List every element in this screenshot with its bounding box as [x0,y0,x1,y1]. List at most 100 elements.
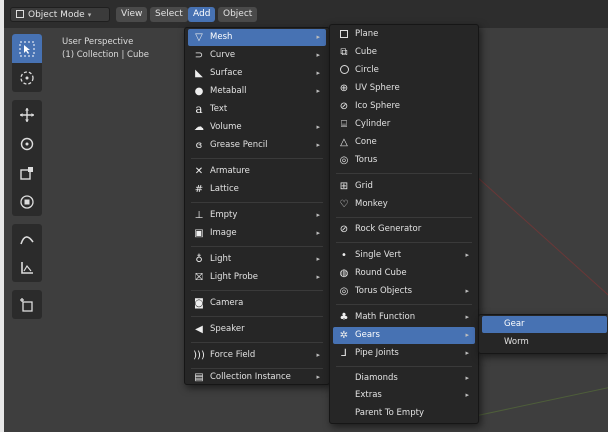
menu-separator [191,316,323,317]
mesh-submenu: Plane ⧉ Cube Circle ⊕ UV Sphere ⊘ Ico Spher… [329,24,479,424]
menu-item-diamonds[interactable]: Diamonds ▸ [333,370,475,387]
menu-item-armature[interactable]: ✕ Armature [188,163,326,180]
menu-item-empty[interactable]: ⊥ Empty ▸ [188,207,326,224]
pipe-joints-icon: ⅃ [341,348,347,359]
select-menu[interactable]: Select [150,7,188,22]
submenu-arrow-icon: ▸ [316,33,320,41]
menu-item-rock-generator[interactable]: ⊘ Rock Generator [333,221,475,238]
single-vert-icon: • [341,250,347,261]
torus-objects-icon: ◎ [339,286,349,297]
submenu-arrow-icon: ▸ [316,123,320,131]
submenu-arrow-icon: ▸ [316,69,320,77]
menu-item-speaker[interactable]: ◀ Speaker [188,321,326,338]
menu-separator [191,202,323,203]
menu-item-light-probe[interactable]: ⛝ Light Probe ▸ [188,269,326,286]
menu-separator [336,173,472,174]
cube-icon: ⧉ [340,47,348,58]
menu-item-text[interactable]: a Text [188,101,326,118]
scale-icon [20,167,33,180]
metaball-icon: ● [194,86,204,97]
measure-tool[interactable] [12,253,42,282]
object-menu[interactable]: Object [218,7,258,22]
submenu-arrow-icon: ▸ [465,349,469,357]
menu-item-curve[interactable]: ⊃ Curve ▸ [188,47,326,64]
menu-item-volume[interactable]: ☁ Volume ▸ [188,119,326,136]
menu-item-torus[interactable]: ◎ Torus [333,152,475,169]
menu-item-metaball[interactable]: ● Metaball ▸ [188,83,326,100]
menu-item-force-field[interactable]: ))) Force Field ▸ [188,347,326,364]
rotate-tool[interactable] [12,129,42,158]
menu-item-circle[interactable]: Circle [333,62,475,79]
menu-item-grid[interactable]: ⊞ Grid [333,178,475,195]
object-mode-dropdown[interactable]: Object Mode ▾ [10,7,110,22]
annotate-icon [20,236,34,245]
menu-item-surface[interactable]: ◣ Surface ▸ [188,65,326,82]
menu-item-camera[interactable]: ◙ Camera [188,295,326,312]
menu-item-round-cube[interactable]: ◍ Round Cube [333,265,475,282]
select-box-tool[interactable] [12,34,42,63]
viewport-header: Object Mode ▾ View Select Add Object [4,0,608,28]
menu-item-grease-pencil[interactable]: ɞ Grease Pencil ▸ [188,137,326,154]
toolbar-group-select [12,34,42,92]
collection-instance-icon: ▤ [194,372,204,383]
submenu-arrow-icon: ▸ [316,273,320,281]
menu-item-uv-sphere[interactable]: ⊕ UV Sphere [333,80,475,97]
move-arrows-icon [20,108,34,122]
menu-item-monkey[interactable]: ♡ Monkey [333,196,475,213]
menu-item-collection-instance[interactable]: ▤ Collection Instance ▸ [188,369,326,386]
menu-item-gears[interactable]: ✲ Gears ▸ [333,327,475,344]
menu-item-extras[interactable]: Extras ▸ [333,387,475,404]
view-menu[interactable]: View [116,7,148,22]
add-cube-icon [20,298,33,312]
submenu-arrow-icon: ▸ [316,87,320,95]
menu-item-mesh[interactable]: ▽ Mesh ▸ [188,29,326,46]
submenu-arrow-icon: ▸ [465,374,469,382]
menu-item-cone[interactable]: △ Cone [333,134,475,151]
submenu-arrow-icon: ▸ [316,351,320,359]
3d-viewport[interactable]: Object Mode ▾ View Select Add Object User… [4,0,608,432]
scale-tool[interactable] [12,158,42,187]
object-mode-icon [16,10,24,18]
move-tool[interactable] [12,100,42,129]
menu-item-cube[interactable]: ⧉ Cube [333,44,475,61]
submenu-arrow-icon: ▸ [465,251,469,259]
transform-tool[interactable] [12,187,42,216]
submenu-arrow-icon: ▸ [316,51,320,59]
menu-item-single-vert[interactable]: • Single Vert ▸ [333,247,475,264]
cursor-tool[interactable] [12,63,42,92]
add-menu[interactable]: Add [188,7,216,22]
submenu-arrow-icon: ▸ [465,313,469,321]
menu-item-image[interactable]: ▣ Image ▸ [188,225,326,242]
volume-icon: ☁ [194,122,204,133]
menu-item-ico-sphere[interactable]: ⊘ Ico Sphere [333,98,475,115]
menu-separator [191,290,323,291]
menu-item-torus-objects[interactable]: ◎ Torus Objects ▸ [333,283,475,300]
monkey-icon: ♡ [339,199,349,210]
view-perspective-label: User Perspective [62,37,134,47]
submenu-arrow-icon: ▸ [316,373,320,381]
menu-item-light[interactable]: ♁ Light ▸ [188,251,326,268]
collection-label: (1) Collection | Cube [62,50,150,60]
annotate-tool[interactable] [12,224,42,253]
light-probe-icon: ⛝ [195,272,203,283]
menu-item-worm[interactable]: Worm [482,334,604,351]
ico-sphere-icon: ⊘ [339,101,349,112]
chevron-down-icon: ▾ [87,11,92,19]
gears-icon: ✲ [339,330,349,341]
object-mode-label: Object Mode [28,10,85,20]
menu-separator [191,342,323,343]
menu-item-plane[interactable]: Plane [333,26,475,43]
cursor-box-icon [19,41,35,57]
menu-item-math-function[interactable]: ♣ Math Function ▸ [333,309,475,326]
add-cube-tool[interactable] [12,290,42,319]
menu-item-parent-to-empty[interactable]: Parent To Empty [333,405,475,422]
image-icon: ▣ [194,228,204,239]
menu-item-gear[interactable]: Gear [482,316,607,333]
math-function-icon: ♣ [339,312,349,323]
force-field-icon: ))) [193,350,205,361]
menu-item-cylinder[interactable]: ⌸ Cylinder [333,116,475,133]
menu-item-lattice[interactable]: # Lattice [188,181,326,198]
menu-item-pipe-joints[interactable]: ⅃ Pipe Joints ▸ [333,345,475,362]
toolbar-group-add [12,290,42,319]
menu-separator [191,246,323,247]
